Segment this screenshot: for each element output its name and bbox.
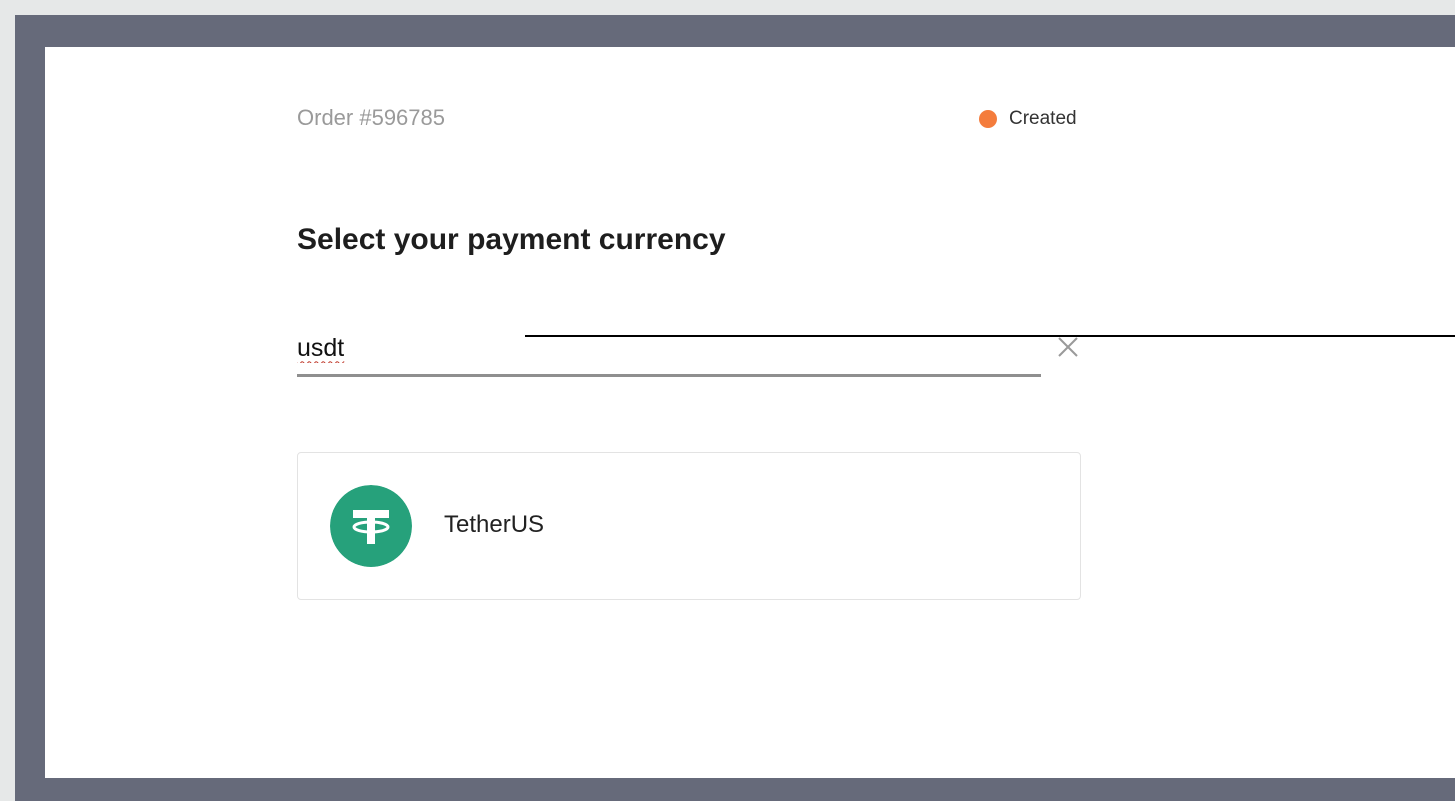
payment-card: Order #596785 Created Select your paymen… xyxy=(45,47,1455,778)
tether-icon xyxy=(330,485,412,567)
status-dot xyxy=(979,110,997,128)
order-number: Order #596785 xyxy=(297,105,445,130)
currency-result-list: TetherUS xyxy=(297,452,1081,600)
currency-name: TetherUS xyxy=(444,511,545,538)
currency-option-tetherus[interactable]: TetherUS xyxy=(298,453,1080,599)
status-badge: Created xyxy=(979,108,1077,130)
close-icon[interactable] xyxy=(1055,334,1081,360)
status-label: Created xyxy=(1009,108,1077,129)
overlay-line xyxy=(525,335,1455,337)
currency-search-input[interactable] xyxy=(297,325,1041,371)
page-title: Select your payment currency xyxy=(297,223,726,256)
currency-search xyxy=(297,325,1041,377)
